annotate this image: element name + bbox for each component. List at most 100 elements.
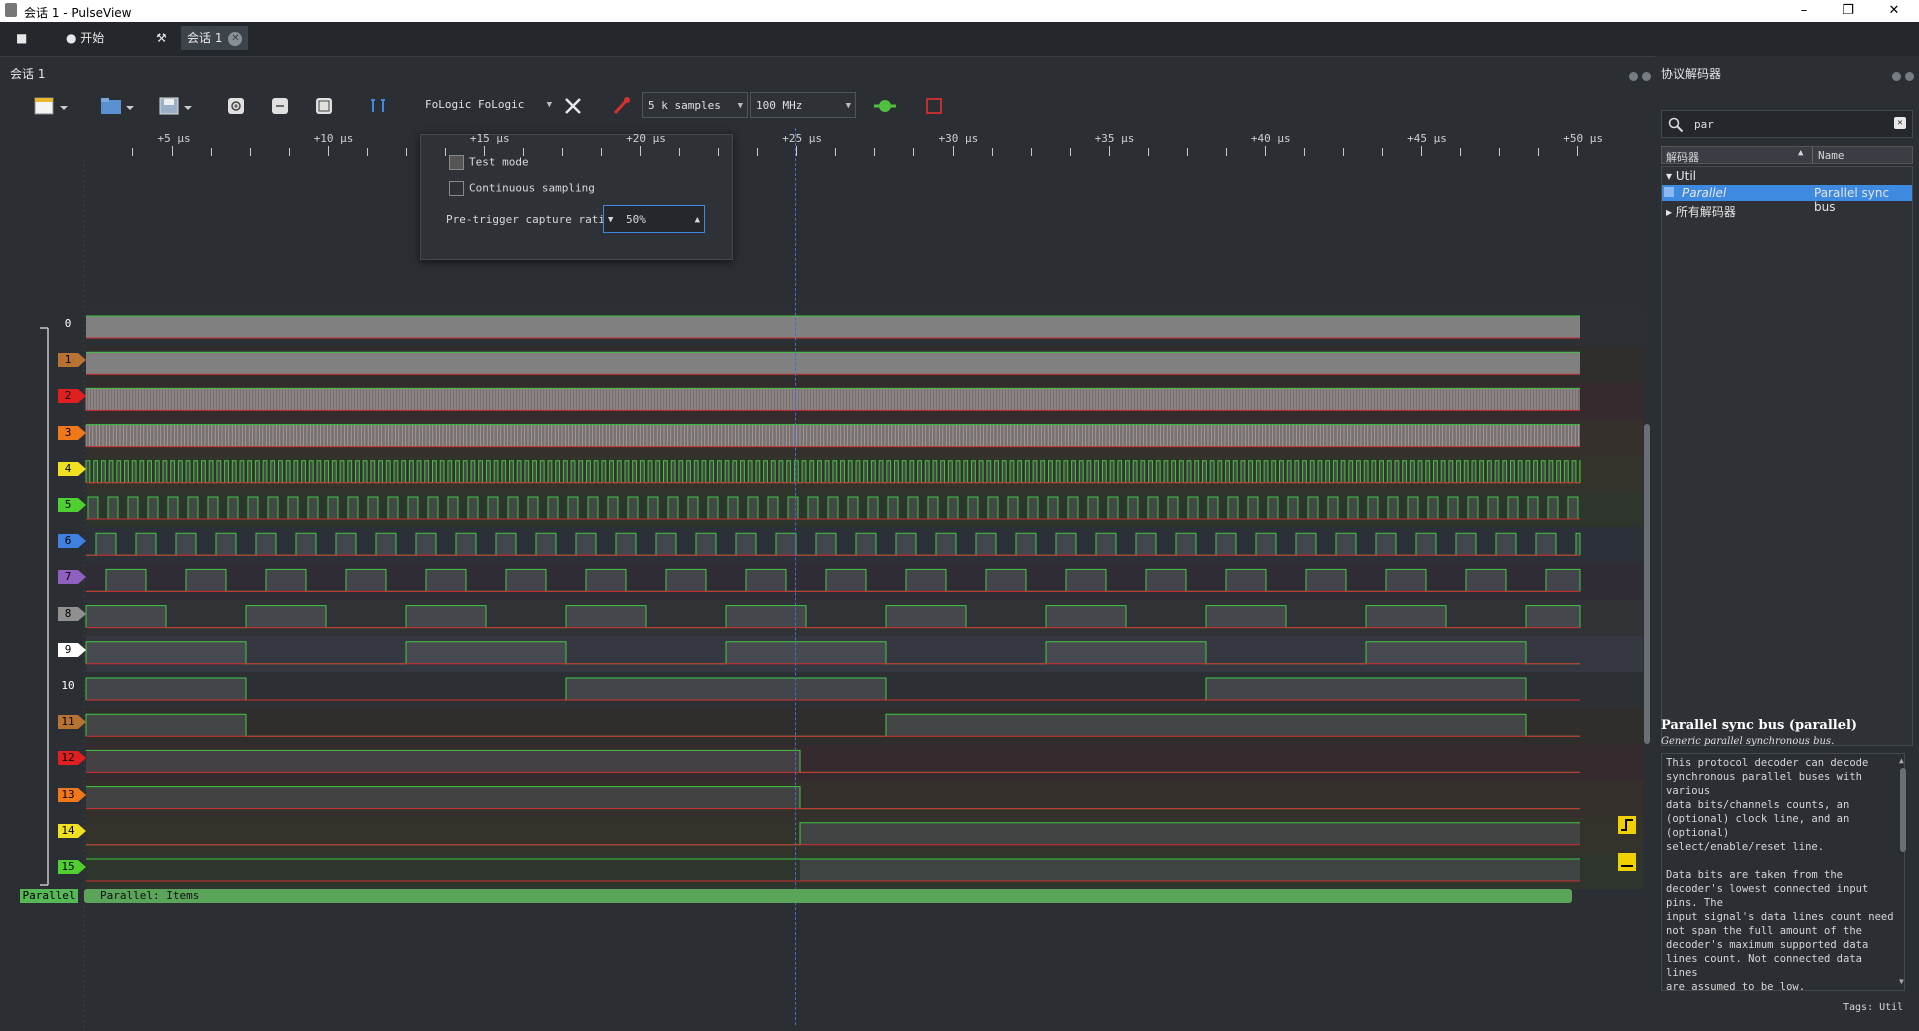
- decoder-annotation-row[interactable]: Parallel: Items: [84, 889, 1572, 903]
- tab-session-1[interactable]: 会话 1 ✕: [181, 26, 249, 50]
- description-scrollbar-thumb[interactable]: [1900, 768, 1906, 852]
- signal-high-region: [1016, 533, 1036, 556]
- signal-high-region: [886, 714, 1526, 737]
- channel-label-3[interactable]: 3: [58, 425, 86, 440]
- float-decoder-panel-icon[interactable]: [1892, 72, 1901, 81]
- signal-high-region: [1156, 460, 1161, 483]
- tab-settings-icon[interactable]: ⚒: [150, 26, 173, 50]
- continuous-checkbox[interactable]: [449, 181, 464, 196]
- channel-label-9[interactable]: 9: [58, 642, 86, 657]
- new-session-icon[interactable]: [34, 96, 70, 118]
- test-mode-checkbox[interactable]: [449, 155, 464, 170]
- signal-high-region: [188, 497, 198, 519]
- channel-label-6[interactable]: 6: [58, 534, 86, 549]
- channel-label-14[interactable]: 14: [58, 823, 86, 838]
- signal-high-region: [717, 460, 722, 483]
- signal-high-region: [1318, 460, 1322, 483]
- float-panel-icon[interactable]: [1629, 72, 1638, 81]
- test-mode-row[interactable]: Test mode: [449, 155, 529, 170]
- decoder-search-input[interactable]: par: [1694, 118, 1714, 131]
- cursor-icon[interactable]: [368, 96, 392, 116]
- channel-label-15[interactable]: 15: [58, 860, 86, 874]
- signal-high-region: [309, 460, 314, 483]
- signal-high-region: [708, 497, 718, 519]
- channel-label-13[interactable]: 13: [58, 787, 86, 802]
- channel-label-5[interactable]: 5: [58, 498, 86, 512]
- ruler-tick: [1225, 148, 1227, 156]
- close-window-button[interactable]: ✕: [1874, 2, 1914, 20]
- channel-label-1[interactable]: 1: [58, 353, 86, 368]
- config-wrench-icon[interactable]: [562, 95, 586, 117]
- decoder-list-header: 解码器 ▲ Name: [1661, 146, 1913, 164]
- zoom-out-icon[interactable]: [270, 96, 290, 116]
- run-icon[interactable]: [872, 96, 898, 116]
- signal-high-region: [471, 460, 475, 483]
- probes-icon[interactable]: [610, 95, 634, 117]
- zoom-fit-icon[interactable]: [314, 96, 334, 116]
- tree-group-all[interactable]: ▸ 所有解码器: [1666, 203, 1736, 220]
- signal-high-region: [193, 460, 198, 483]
- signal-high-region: [378, 460, 383, 483]
- channel-label-10[interactable]: 10: [58, 679, 78, 693]
- trace-scrollbar-thumb[interactable]: [1644, 424, 1650, 744]
- tab-start[interactable]: ● 开始: [60, 26, 110, 50]
- col-name-header[interactable]: Name: [1818, 149, 1845, 162]
- trigger-rising-edge-icon[interactable]: [1618, 816, 1636, 834]
- sample-count-combo[interactable]: 5 k samples ▼: [642, 92, 748, 118]
- signal-high-region: [417, 460, 421, 483]
- description-line: (optional): [1666, 827, 1730, 839]
- signal-high-region: [532, 460, 537, 483]
- signal-high-region: [609, 460, 614, 483]
- decoder-search-field[interactable]: par ✕: [1661, 110, 1913, 138]
- session-panel-title: 会话 1: [10, 67, 46, 81]
- signal-high-region: [816, 533, 836, 556]
- clear-search-icon[interactable]: ✕: [1894, 117, 1906, 129]
- description-line: pins. The: [1666, 897, 1723, 909]
- close-tab-icon[interactable]: ✕: [228, 31, 243, 46]
- continuous-row[interactable]: Continuous sampling: [449, 181, 595, 196]
- trigger-low-level-icon[interactable]: [1618, 853, 1636, 871]
- channel-label-0[interactable]: 0: [58, 317, 78, 331]
- signal-high-region: [1368, 497, 1378, 519]
- channel-label-7[interactable]: 7: [58, 570, 86, 585]
- col-decoder-header[interactable]: 解码器: [1666, 149, 1699, 165]
- signal-high-region: [401, 460, 406, 483]
- open-file-icon[interactable]: [100, 96, 136, 118]
- close-decoder-panel-icon[interactable]: [1905, 72, 1914, 81]
- channel-label-4[interactable]: 4: [58, 461, 86, 476]
- save-icon[interactable]: [158, 96, 194, 118]
- signal-high-region: [936, 533, 956, 556]
- signal-high-region: [678, 460, 683, 483]
- close-panel-icon[interactable]: [1642, 72, 1651, 81]
- signal-high-region: [1487, 460, 1492, 483]
- tree-item-parallel[interactable]: Parallel Parallel sync bus: [1662, 185, 1912, 214]
- signal-high-region: [906, 569, 946, 592]
- decoder-badge-parallel[interactable]: Parallel: [20, 889, 78, 903]
- trace-scrollbar[interactable]: [1643, 160, 1651, 1026]
- minimize-button[interactable]: –: [1784, 2, 1824, 20]
- signal-high-region: [1526, 605, 1580, 628]
- channel-label-8[interactable]: 8: [58, 606, 86, 621]
- signal-high-region: [1056, 533, 1076, 556]
- device-selector[interactable]: FoLogic FoLogic ▼: [420, 92, 556, 118]
- signal-high-region: [568, 497, 578, 519]
- signal-high-region: [1386, 569, 1426, 592]
- spin-down-icon[interactable]: ▼: [608, 206, 613, 234]
- pretrigger-spinbox[interactable]: ▼ 50% ▲: [603, 205, 705, 233]
- signal-high-region: [1096, 533, 1116, 556]
- channel-label-11[interactable]: 11: [58, 715, 86, 730]
- signal-high-region: [232, 460, 237, 483]
- channel-label-12[interactable]: 12: [58, 751, 86, 766]
- channel-label-2[interactable]: 2: [58, 389, 86, 404]
- zoom-in-icon[interactable]: [226, 96, 246, 116]
- tree-group-util[interactable]: ▾ Util: [1666, 169, 1696, 183]
- ruler-tick: [1382, 148, 1384, 156]
- spin-up-icon[interactable]: ▲: [695, 206, 700, 234]
- restore-button[interactable]: ❐: [1828, 2, 1868, 20]
- stop-all-button[interactable]: ■: [10, 26, 33, 50]
- description-scrollbar[interactable]: ▲ ▼: [1899, 756, 1907, 986]
- stop-square-icon[interactable]: [924, 96, 946, 116]
- samplerate-combo[interactable]: 100 MHz ▼: [750, 92, 856, 118]
- signal-high-region: [447, 460, 452, 483]
- ruler-tick: [1421, 146, 1423, 156]
